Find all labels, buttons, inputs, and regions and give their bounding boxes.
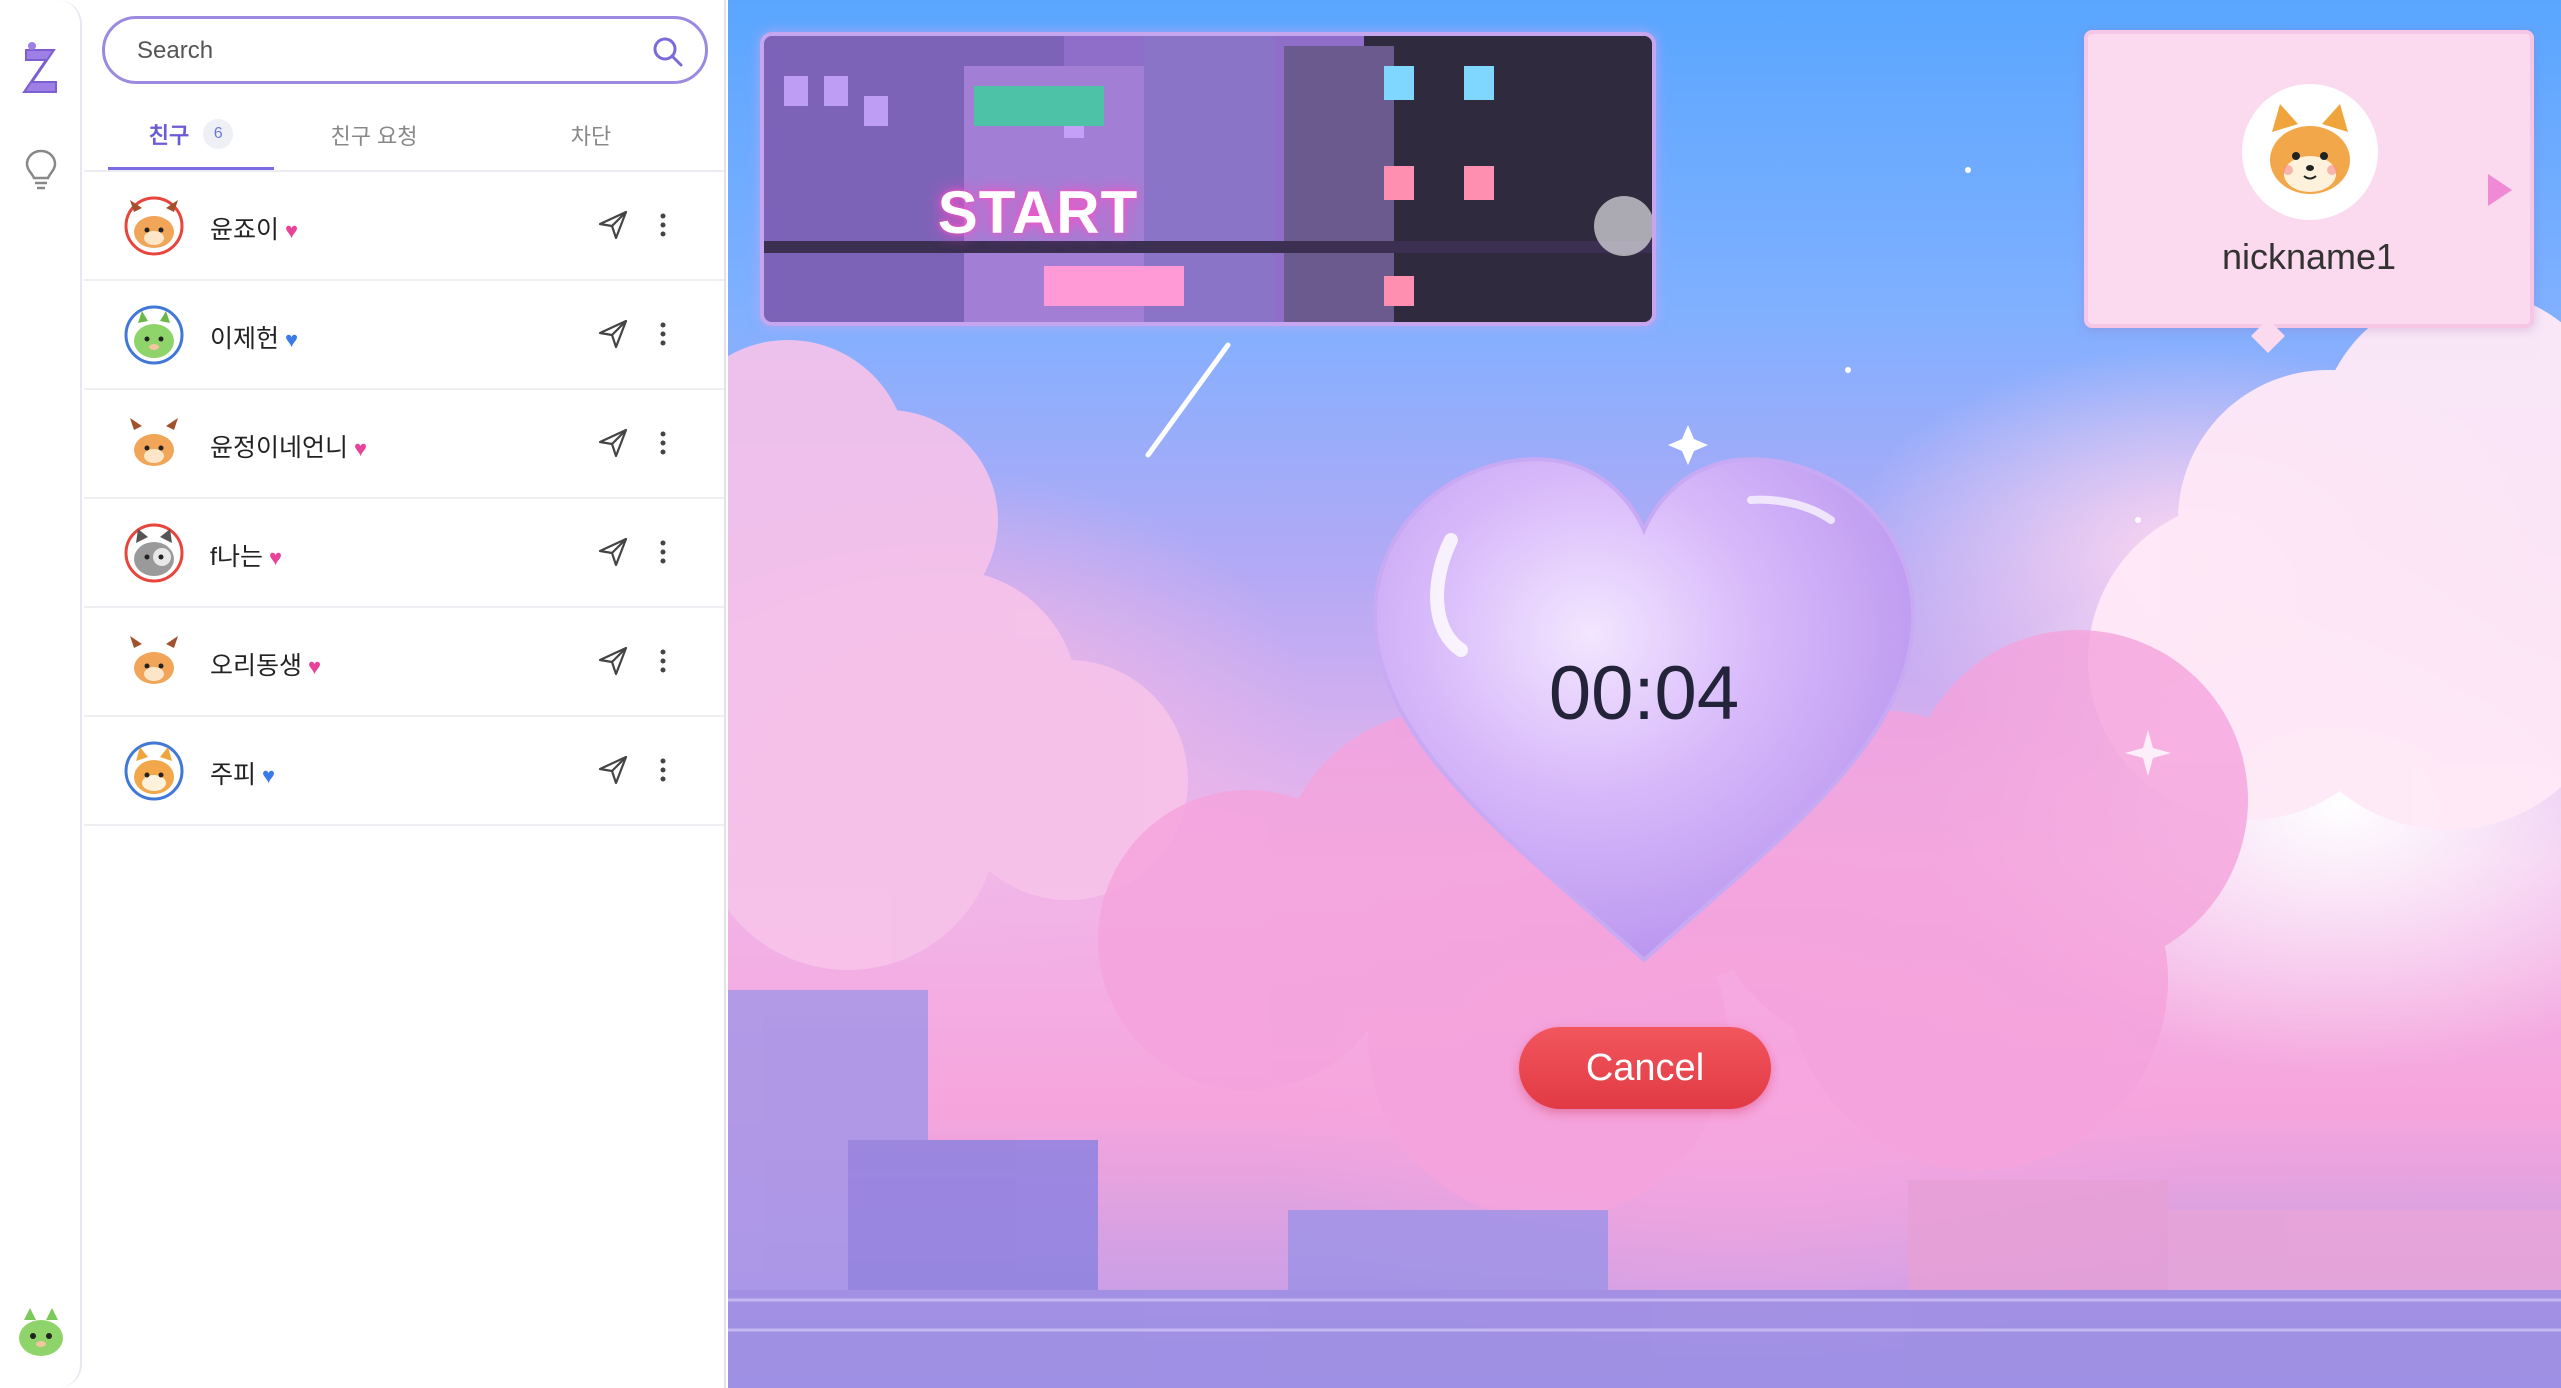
more-vertical-icon[interactable] xyxy=(656,426,670,460)
opponent-name: nickname1 xyxy=(2221,236,2397,277)
tab-friend-requests-label: 친구 요청 xyxy=(330,124,418,149)
send-icon[interactable] xyxy=(596,317,630,351)
heart-icon: ♥ xyxy=(308,654,322,679)
friends-panel: 친구 6 친구 요청 차단 윤죠이♥ 이제헌♥ xyxy=(84,0,726,1388)
send-icon[interactable] xyxy=(596,208,630,242)
friend-list: 윤죠이 ♥ 이제헌 ♥ 윤정이네언니 ♥ f나는 ♥ 오리동생 ♥ 주피 ♥ xyxy=(84,172,724,826)
more-vertical-icon[interactable] xyxy=(656,317,670,351)
more-vertical-icon[interactable] xyxy=(656,753,670,787)
send-icon[interactable] xyxy=(596,426,630,460)
search-input[interactable] xyxy=(135,33,635,69)
search-box xyxy=(102,16,708,84)
friends-count-badge: 6 xyxy=(203,118,234,149)
play-arrow-icon[interactable] xyxy=(2484,170,2514,210)
friend-name: 윤죠이 ♥ xyxy=(210,210,298,246)
friend-name: f나는 ♥ xyxy=(210,537,282,573)
tab-friend-requests[interactable]: 친구 요청 xyxy=(274,100,474,170)
send-icon[interactable] xyxy=(596,644,630,678)
friend-name: 이제헌 ♥ xyxy=(210,319,298,355)
more-vertical-icon[interactable] xyxy=(656,644,670,678)
z-logo-icon[interactable] xyxy=(18,40,64,102)
friend-row[interactable]: f나는 ♥ xyxy=(84,499,724,608)
friend-avatar xyxy=(124,632,184,692)
friend-name-text: 윤죠이 xyxy=(210,216,280,244)
friend-avatar xyxy=(124,741,184,801)
friend-row[interactable]: 윤정이네언니 ♥ xyxy=(84,390,724,499)
left-rail xyxy=(0,0,82,1388)
my-avatar[interactable] xyxy=(14,1306,68,1360)
cancel-button[interactable]: Cancel xyxy=(1519,1027,1771,1109)
heart-icon: ♥ xyxy=(262,763,276,788)
heart-icon: ♥ xyxy=(268,545,283,570)
friend-row[interactable]: 주피 ♥ xyxy=(84,717,724,826)
friend-name: 윤정이네언니 ♥ xyxy=(210,428,367,464)
opponent-avatar xyxy=(2242,84,2378,220)
friend-avatar xyxy=(124,523,184,583)
friend-avatar xyxy=(124,196,184,256)
friend-name: 주피 ♥ xyxy=(210,755,275,791)
friend-name-text: 오리동생 xyxy=(210,652,303,680)
tab-friends[interactable]: 친구 6 xyxy=(108,100,274,170)
friend-avatar xyxy=(124,414,184,474)
opponent-card: nickname1 xyxy=(2084,30,2534,353)
friend-tabs: 친구 6 친구 요청 차단 xyxy=(108,100,708,170)
friend-row[interactable]: 오리동생 ♥ xyxy=(84,608,724,717)
friend-name-text: 주피 xyxy=(210,761,257,789)
friend-row[interactable]: 윤죠이 ♥ xyxy=(84,172,724,281)
heart-icon: ♥ xyxy=(354,436,368,461)
friend-name-text: 이제헌 xyxy=(210,325,280,353)
start-banner[interactable]: START xyxy=(760,32,1656,326)
start-label: START xyxy=(937,179,1139,246)
tab-blocked[interactable]: 차단 xyxy=(474,100,708,170)
friend-name-text: f나는 xyxy=(210,543,263,571)
tab-blocked-label: 차단 xyxy=(570,124,612,149)
friend-name-text: 윤정이네언니 xyxy=(210,434,349,462)
countdown-timer: 00:04 xyxy=(1548,651,1740,736)
tab-friends-label: 친구 xyxy=(148,122,190,148)
send-icon[interactable] xyxy=(596,753,630,787)
send-icon[interactable] xyxy=(596,535,630,569)
game-area: START nickname1 00:04 Cancel xyxy=(728,0,2561,1388)
friend-row[interactable]: 이제헌 ♥ xyxy=(84,281,724,390)
friend-name: 오리동생 ♥ xyxy=(210,646,321,682)
heart-icon: ♥ xyxy=(285,218,299,243)
search-icon[interactable] xyxy=(651,35,685,69)
heart-icon: ♥ xyxy=(285,327,299,352)
friend-avatar xyxy=(124,305,184,365)
more-vertical-icon[interactable] xyxy=(656,535,670,569)
more-vertical-icon[interactable] xyxy=(656,208,670,242)
lightbulb-icon[interactable] xyxy=(24,148,58,192)
